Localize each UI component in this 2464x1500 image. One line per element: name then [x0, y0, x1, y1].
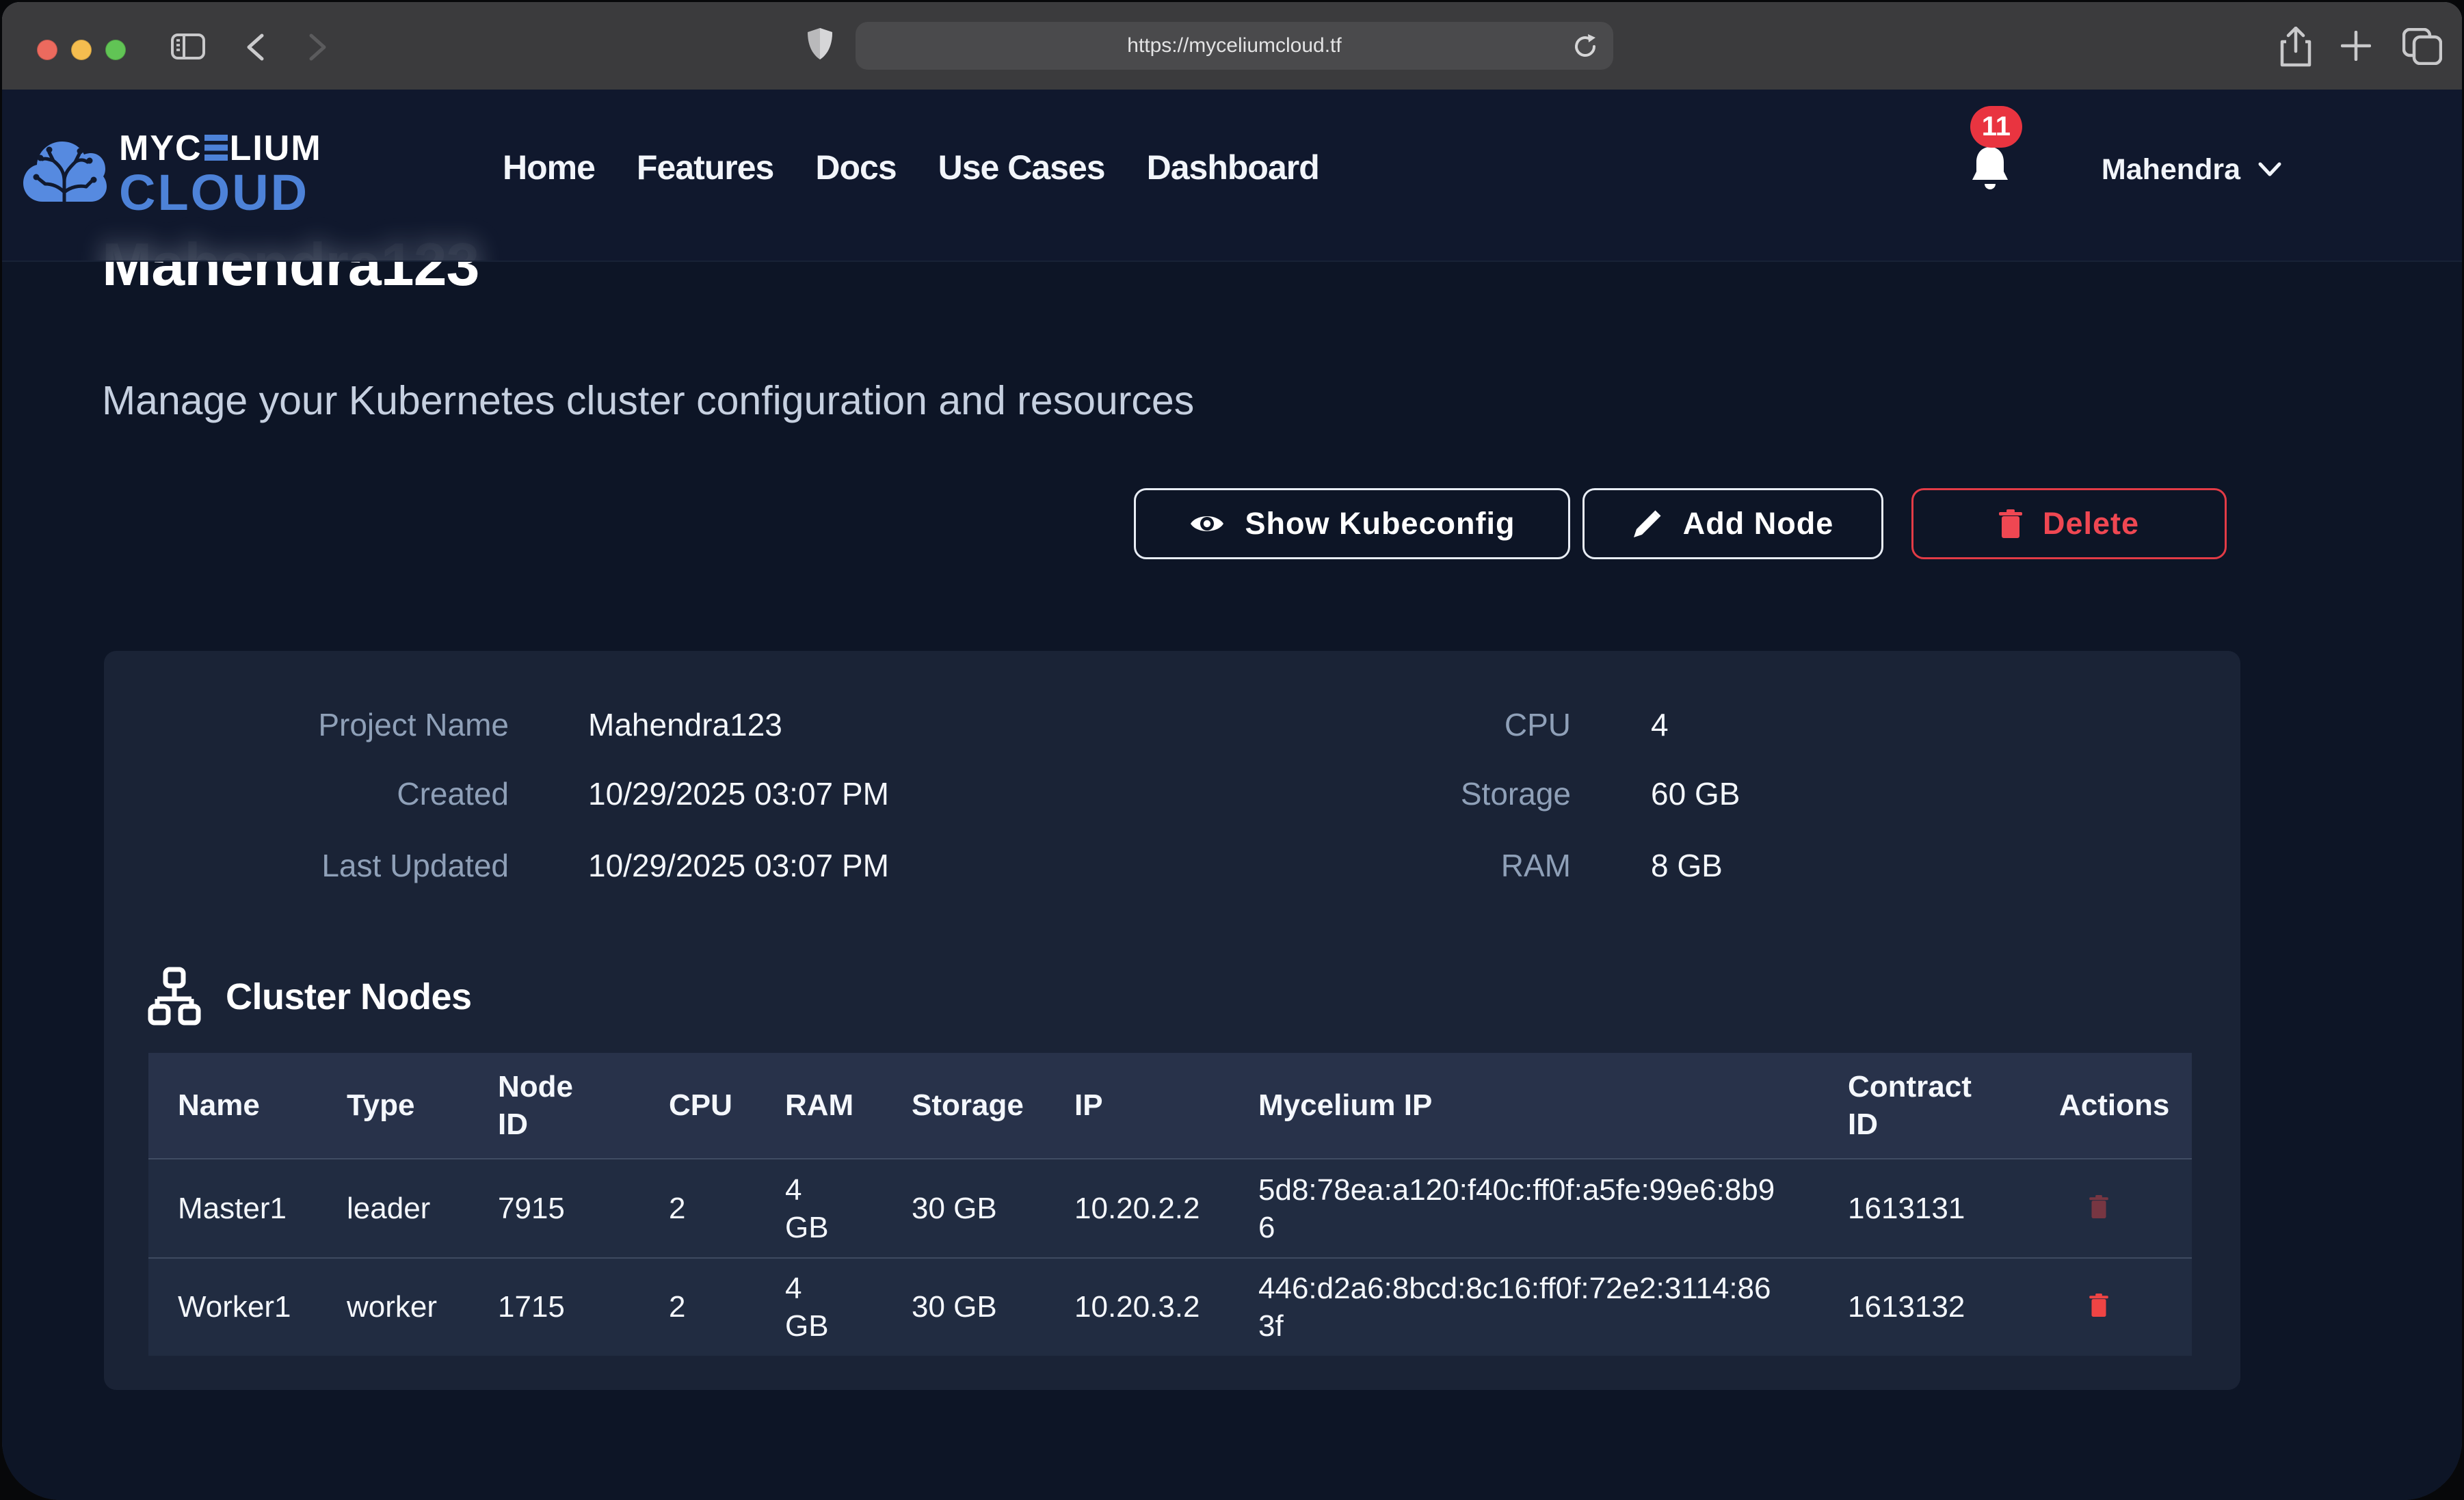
cluster-nodes-table: Name Type Node ID CPU RAM Storage IP Myc…: [148, 1053, 2192, 1356]
zoom-window-button[interactable]: [105, 40, 126, 60]
privacy-shield-icon[interactable]: [806, 27, 834, 61]
node-storage: 30 GB: [882, 1159, 1045, 1258]
node-contract-id: 1613132: [1818, 1258, 2030, 1356]
sidebar-toggle-icon[interactable]: [171, 34, 205, 59]
browser-window: https://myceliumcloud.tf: [2, 2, 2462, 1500]
web-page: Mahendra123 Manage your Kubernetes clust…: [2, 90, 2462, 1500]
site-navbar: Mahendra123 MYCLIUM: [2, 90, 2462, 262]
col-name: Name: [148, 1053, 317, 1159]
nav-link-docs[interactable]: Docs: [815, 148, 896, 187]
ram-label: RAM: [104, 847, 1571, 884]
notification-badge: 11: [1970, 106, 2022, 148]
col-storage: Storage: [882, 1053, 1045, 1159]
node-id: 7915: [468, 1159, 639, 1258]
col-cpu: CPU: [639, 1053, 756, 1159]
node-name: Master1: [148, 1159, 317, 1258]
new-tab-icon[interactable]: [2341, 31, 2371, 61]
add-node-label: Add Node: [1683, 506, 1833, 541]
page-subtitle: Manage your Kubernetes cluster configura…: [102, 377, 1194, 424]
user-menu[interactable]: Mahendra: [2102, 153, 2281, 187]
forward-button-icon[interactable]: [308, 34, 328, 61]
node-actions: [2030, 1159, 2192, 1258]
trash-icon: [2089, 1294, 2108, 1317]
delete-node-button[interactable]: [2089, 1290, 2108, 1324]
node-storage: 30 GB: [882, 1258, 1045, 1356]
col-mycelium-ip: Mycelium IP: [1229, 1053, 1818, 1159]
eye-icon: [1189, 511, 1225, 537]
show-kubeconfig-button[interactable]: Show Kubeconfig: [1134, 488, 1570, 559]
col-type: Type: [317, 1053, 468, 1159]
node-contract-id: 1613131: [1818, 1159, 2030, 1258]
node-cpu: 2: [639, 1258, 756, 1356]
node-cpu: 2: [639, 1159, 756, 1258]
nav-link-features[interactable]: Features: [637, 148, 773, 187]
node-ram: 4 GB: [756, 1258, 882, 1356]
nav-right: 11 Mahendra: [1976, 90, 2281, 256]
node-ip: 10.20.2.2: [1045, 1159, 1229, 1258]
minimize-window-button[interactable]: [71, 40, 92, 60]
delete-label: Delete: [2043, 506, 2139, 541]
pencil-icon: [1632, 509, 1662, 539]
col-ip: IP: [1045, 1053, 1229, 1159]
page-title-ghost: Mahendra123: [102, 230, 479, 262]
site-logo-text: MYCLIUM CLOUD: [119, 131, 322, 218]
delete-node-button[interactable]: [2089, 1192, 2108, 1226]
nav-link-use-cases[interactable]: Use Cases: [938, 148, 1105, 187]
table-header-row: Name Type Node ID CPU RAM Storage IP Myc…: [148, 1053, 2192, 1159]
project-details-card: Project Name Mahendra123 Created 10/29/2…: [104, 651, 2240, 1390]
node-id: 1715: [468, 1258, 639, 1356]
col-node-id: Node ID: [468, 1053, 639, 1159]
cluster-nodes-heading: Cluster Nodes: [226, 976, 472, 1018]
table-row: Master1 leader 7915 2 4 GB 30 GB 10.20.2…: [148, 1159, 2192, 1258]
node-name: Worker1: [148, 1258, 317, 1356]
table-row: Worker1 worker 1715 2 4 GB 30 GB 10.20.3…: [148, 1258, 2192, 1356]
back-button-icon[interactable]: [246, 34, 265, 61]
user-name: Mahendra: [2102, 153, 2240, 187]
node-type: worker: [317, 1258, 468, 1356]
trash-icon: [1999, 509, 2022, 538]
cpu-label: CPU: [104, 706, 1571, 743]
reload-icon[interactable]: [1572, 34, 1598, 59]
nav-link-dashboard[interactable]: Dashboard: [1147, 148, 1319, 187]
storage-label: Storage: [104, 775, 1571, 812]
col-contract-id: Contract ID: [1818, 1053, 2030, 1159]
bell-icon: [1971, 146, 2009, 193]
cpu-value: 4: [1651, 706, 1669, 743]
close-window-button[interactable]: [37, 40, 57, 60]
node-mycelium-ip: 446:d2a6:8bcd:8c16:ff0f:72e2:3114:863f: [1229, 1258, 1818, 1356]
node-type: leader: [317, 1159, 468, 1258]
address-bar-url: https://myceliumcloud.tf: [856, 22, 1613, 70]
notifications-button[interactable]: 11: [1971, 146, 2009, 193]
node-ram: 4 GB: [756, 1159, 882, 1258]
node-actions: [2030, 1258, 2192, 1356]
tab-overview-icon[interactable]: [2402, 28, 2442, 65]
share-icon[interactable]: [2277, 27, 2315, 68]
address-bar[interactable]: https://myceliumcloud.tf: [856, 22, 1613, 70]
col-ram: RAM: [756, 1053, 882, 1159]
cluster-nodes-icon: [148, 967, 201, 1027]
col-actions: Actions: [2030, 1053, 2192, 1159]
browser-chrome: https://myceliumcloud.tf: [2, 2, 2462, 90]
site-logo[interactable]: MYCLIUM CLOUD: [22, 131, 322, 218]
chevron-down-icon: [2258, 162, 2281, 177]
storage-value: 60 GB: [1651, 775, 1740, 812]
ram-value: 8 GB: [1651, 847, 1723, 884]
logo-e-bars-icon: [204, 135, 228, 161]
node-ip: 10.20.3.2: [1045, 1258, 1229, 1356]
trash-icon: [2089, 1195, 2108, 1218]
desktop-background: https://myceliumcloud.tf: [0, 0, 2464, 1500]
add-node-button[interactable]: Add Node: [1582, 488, 1883, 559]
mycelium-cloud-logo-icon: [22, 131, 107, 203]
node-mycelium-ip: 5d8:78ea:a120:f40c:ff0f:a5fe:99e6:8b96: [1229, 1159, 1818, 1258]
show-kubeconfig-label: Show Kubeconfig: [1245, 506, 1515, 541]
action-buttons: Show Kubeconfig Add Node: [1134, 488, 2227, 559]
nav-link-home[interactable]: Home: [503, 148, 595, 187]
delete-cluster-button[interactable]: Delete: [1911, 488, 2227, 559]
nav-links: Home Features Docs Use Cases Dashboard: [503, 90, 1319, 254]
